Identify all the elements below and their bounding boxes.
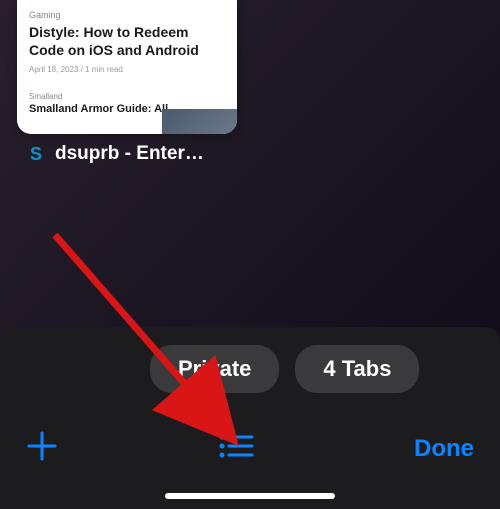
article-meta: April 18, 2023 / 1 min read: [29, 65, 225, 74]
article-title: Distyle: How to Redeem Code on iOS and A…: [29, 23, 225, 59]
second-article-category: Smalland: [29, 92, 225, 101]
plus-icon: [26, 430, 58, 462]
new-tab-button[interactable]: [26, 430, 58, 467]
tab-title: dsuprb - Enter…: [55, 143, 204, 165]
article-thumbnail: [162, 109, 237, 134]
tab-preview-card[interactable]: Gaming Distyle: How to Redeem Code on iO…: [17, 0, 237, 134]
home-indicator[interactable]: [165, 493, 335, 499]
bottom-toolbar: Done: [0, 430, 500, 467]
list-icon: [218, 432, 254, 460]
done-button[interactable]: Done: [414, 435, 474, 463]
tab-group-count[interactable]: 4 Tabs: [295, 345, 419, 393]
tab-preview-content: Gaming Distyle: How to Redeem Code on iO…: [17, 0, 237, 125]
tab-group-private[interactable]: Private: [150, 345, 279, 393]
article-category: Gaming: [29, 10, 225, 20]
tab-group-selector[interactable]: Private 4 Tabs: [150, 345, 419, 393]
tab-groups-button[interactable]: [218, 432, 254, 465]
bottom-toolbar-panel: Private 4 Tabs Done: [0, 327, 500, 509]
favicon-icon: S: [27, 145, 45, 163]
tab-label-row[interactable]: S dsuprb - Enter…: [27, 143, 204, 165]
